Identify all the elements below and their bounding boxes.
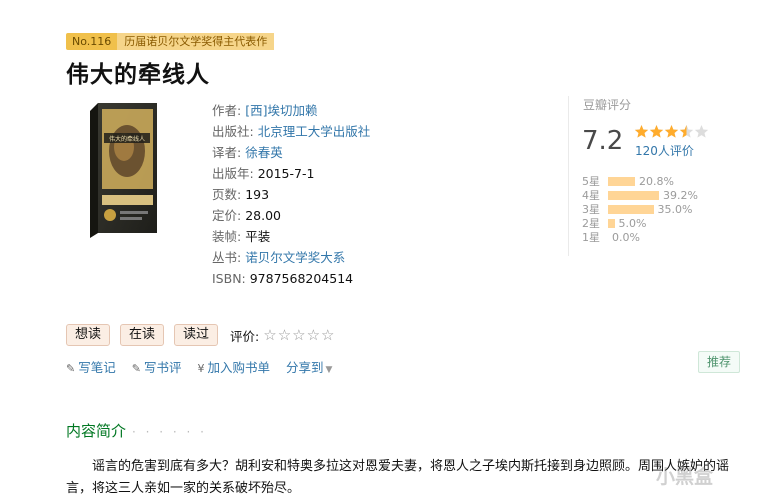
- info-publisher: 出版社: 北京理工大学出版社: [212, 124, 371, 139]
- info-translator: 译者: 徐春英: [212, 145, 283, 160]
- info-author: 作者: [西]埃切加赖: [212, 103, 318, 118]
- rate-label: 评价:: [230, 328, 260, 344]
- reading-button[interactable]: 在读: [120, 324, 165, 346]
- write-note-link[interactable]: 写笔记: [78, 360, 116, 375]
- info-binding: 装帧: 平装: [212, 229, 271, 244]
- rating-count-link[interactable]: 120人评价: [635, 142, 694, 159]
- book-info: 作者: [西]埃切加赖 出版社: 北京理工大学出版社 译者: 徐春英 出版年: …: [212, 100, 370, 289]
- cover-title-text: 伟大的牵线人: [109, 135, 145, 143]
- rating-score: 7.2: [582, 126, 624, 156]
- page-title: 伟大的牵线人: [66, 62, 210, 88]
- rating-bar-4: 4星 39.2%: [582, 188, 698, 203]
- watermark: 小黑盒: [656, 466, 714, 488]
- add-cart-link[interactable]: 加入购书单: [207, 360, 270, 375]
- write-review-link[interactable]: 写书评: [144, 360, 182, 375]
- chevron-down-icon: ▼: [325, 365, 333, 375]
- ribbon-text: 历届诺贝尔文学奖得主代表作: [117, 33, 275, 50]
- rating-distribution: 5星 20.8% 4星 39.2% 3星 35.0% 2星 5.0% 1星 0.0%: [582, 174, 698, 245]
- pencil-icon: ✎: [131, 362, 141, 375]
- action-bar: 想读 在读 读过 评价: ☆☆☆☆☆: [66, 324, 336, 346]
- translator-link[interactable]: 徐春英: [245, 145, 283, 160]
- series-link[interactable]: 诺贝尔文学奖大系: [245, 250, 345, 265]
- rate-stars-input[interactable]: ☆☆☆☆☆: [263, 326, 335, 344]
- info-series: 丛书: 诺贝尔文学奖大系: [212, 250, 346, 265]
- rating-star-filled: [664, 125, 679, 138]
- rating-bar-1: 1星 0.0%: [582, 230, 640, 245]
- rating-header: 豆瓣评分: [583, 98, 632, 112]
- intro-text: 谣言的危害到底有多大？胡利安和特奥多拉这对恩爱夫妻，将恩人之子埃内斯托接到身边照…: [66, 459, 730, 496]
- read-button[interactable]: 读过: [174, 324, 219, 346]
- rating-star: [694, 125, 709, 138]
- pencil-icon: ✎: [66, 362, 76, 375]
- series-ribbon: No.116 历届诺贝尔文学奖得主代表作: [66, 33, 275, 50]
- share-link[interactable]: 分享到: [286, 360, 324, 375]
- publisher-link[interactable]: 北京理工大学出版社: [258, 124, 371, 139]
- recommend-button[interactable]: 推荐: [698, 351, 741, 373]
- book-cover[interactable]: 伟大的牵线人: [90, 103, 157, 238]
- author-link[interactable]: [西]埃切加赖: [245, 103, 317, 118]
- rating-star-filled: [634, 125, 649, 138]
- info-pages: 页数: 193: [212, 187, 270, 202]
- rating-bar-5: 5星 20.8%: [582, 174, 674, 189]
- rating-star-filled: [649, 125, 664, 138]
- want-read-button[interactable]: 想读: [66, 324, 111, 346]
- info-price: 定价: 28.00: [212, 208, 281, 223]
- douban-rating: 豆瓣评分 7.2 120人评价 5星 20.8% 4星 39.2% 3星 35.0% …: [568, 96, 768, 256]
- ribbon-number: No.116: [66, 33, 118, 50]
- rating-bar-3: 3星 35.0%: [582, 202, 693, 217]
- section-title: 内容简介 · · · · · ·: [66, 422, 207, 440]
- yen-icon: ¥: [197, 362, 205, 375]
- info-isbn: ISBN: 9787568204514: [212, 271, 354, 286]
- rating-bar-2: 2星 5.0%: [582, 216, 647, 231]
- link-bar: ✎ 写笔记 ✎ 写书评 ¥ 加入购书单 分享到 ▼: [66, 357, 332, 376]
- rating-stars-icon: [634, 124, 710, 142]
- info-pubdate: 出版年: 2015-7-1: [212, 166, 315, 181]
